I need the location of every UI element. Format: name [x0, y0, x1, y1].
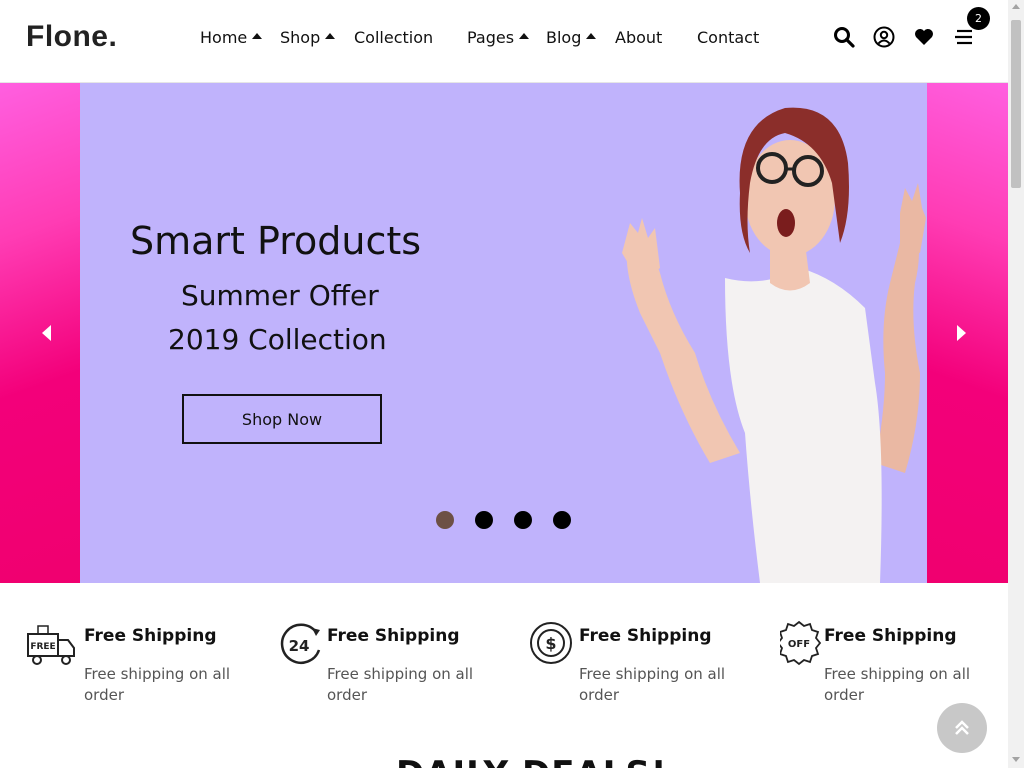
nav-label: Pages — [467, 27, 515, 47]
hero-subtitle-offer: Summer Offer — [181, 279, 379, 312]
user-icon[interactable] — [873, 26, 895, 48]
scroll-to-top-button[interactable] — [937, 703, 987, 753]
slider-dot-4[interactable] — [553, 511, 571, 529]
hero-model-image — [622, 107, 926, 583]
svg-text:FREE: FREE — [30, 642, 55, 652]
nav-item-home[interactable]: Home — [200, 26, 263, 48]
hero-title: Smart Products — [130, 219, 422, 263]
hero-slider: Smart Products Summer Offer 2019 Collect… — [0, 83, 1008, 583]
nav-item-collection[interactable]: Collection — [354, 26, 433, 48]
feature-description: Free shipping on all order — [579, 665, 726, 704]
caret-up-icon — [325, 33, 336, 39]
feature-description: Free shipping on all order — [84, 665, 231, 704]
scroll-up-arrow-icon[interactable] — [1012, 4, 1020, 9]
nav-label: Shop — [280, 27, 321, 47]
page-scrollbar[interactable] — [1008, 0, 1024, 768]
nav-item-contact[interactable]: Contact — [697, 26, 759, 48]
svg-text:OFF: OFF — [788, 639, 810, 650]
feature-description: Free shipping on all order — [327, 665, 474, 704]
slider-dot-3[interactable] — [514, 511, 532, 529]
heart-icon[interactable] — [913, 26, 935, 48]
nav-item-blog[interactable]: Blog — [546, 26, 597, 48]
caret-up-icon — [252, 33, 263, 39]
feature-description: Free shipping on all order — [824, 665, 971, 704]
cart-menu-icon[interactable] — [953, 26, 975, 48]
slider-prev-arrow-icon[interactable] — [38, 323, 58, 343]
nav-item-pages[interactable]: Pages — [467, 26, 530, 48]
24-hour-support-icon: 24 — [276, 620, 326, 670]
caret-up-icon — [519, 33, 530, 39]
scroll-down-arrow-icon[interactable] — [1012, 757, 1020, 762]
money-back-icon: $ — [528, 620, 578, 670]
feature-title: Free Shipping — [579, 626, 712, 646]
search-icon[interactable] — [833, 26, 855, 48]
feature-title: Free Shipping — [824, 626, 957, 646]
caret-up-icon — [586, 33, 597, 39]
double-chevron-up-icon — [955, 720, 969, 735]
scrollbar-thumb[interactable] — [1011, 20, 1021, 188]
free-delivery-truck-icon: FREE — [26, 620, 76, 670]
nav-item-about[interactable]: About — [615, 26, 662, 48]
slider-next-arrow-icon[interactable] — [951, 323, 971, 343]
nav-label: Home — [200, 27, 248, 47]
site-header: Flone. Home Shop Collection Pages Blog A… — [0, 0, 1008, 83]
shop-now-button[interactable]: Shop Now — [182, 394, 382, 444]
svg-text:24: 24 — [289, 637, 310, 655]
hero-subtitle-collection: 2019 Collection — [168, 323, 387, 356]
site-logo[interactable]: Flone. — [26, 20, 117, 54]
nav-label: Collection — [354, 27, 434, 47]
feature-title: Free Shipping — [327, 626, 460, 646]
discount-off-badge-icon: OFF — [776, 620, 830, 670]
nav-label: Contact — [697, 27, 760, 47]
nav-label: Blog — [546, 27, 582, 47]
nav-label: About — [615, 27, 663, 47]
slider-dot-1[interactable] — [436, 511, 454, 529]
svg-text:$: $ — [545, 634, 556, 653]
nav-item-shop[interactable]: Shop — [280, 26, 336, 48]
feature-title: Free Shipping — [84, 626, 217, 646]
daily-deals-heading: DAILY DEALS! — [396, 754, 667, 768]
cart-count-badge: 2 — [967, 7, 990, 30]
slider-dot-2[interactable] — [475, 511, 493, 529]
